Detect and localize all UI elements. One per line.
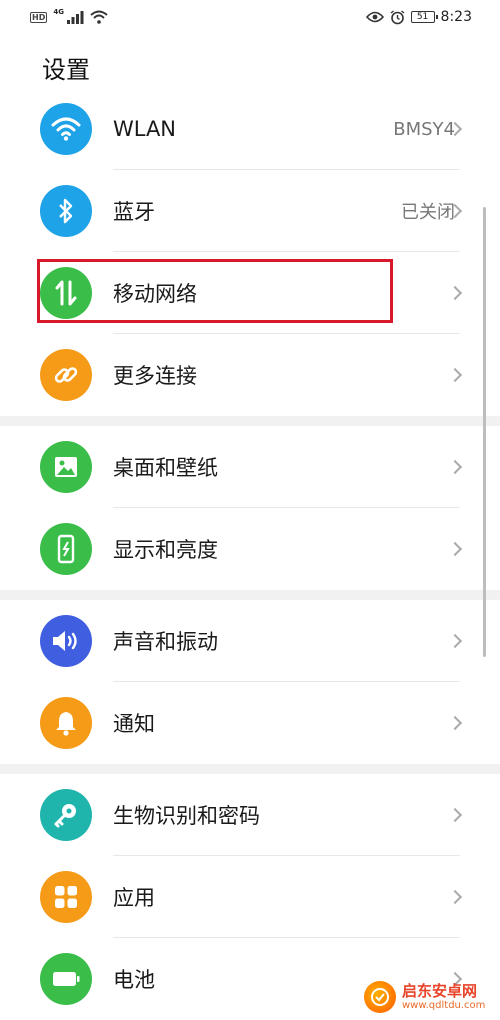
- settings-item-label: 显示和亮度: [113, 538, 218, 562]
- eye-comfort-icon: [365, 11, 384, 23]
- status-bar: HD 4G 51 8:23: [0, 0, 500, 34]
- settings-item-label: 声音和振动: [113, 630, 218, 654]
- bell-icon: [40, 697, 92, 749]
- alarm-icon: [390, 9, 404, 24]
- key-icon: [40, 789, 92, 841]
- wifi-status-icon: [90, 10, 108, 24]
- chevron-right-icon: [447, 367, 463, 383]
- settings-item-biometrics-password[interactable]: 生物识别和密码: [0, 774, 500, 856]
- bluetooth-icon: [40, 185, 92, 237]
- settings-item-apps[interactable]: 应用: [0, 856, 500, 938]
- section-gap: [0, 764, 500, 774]
- settings-item-value: 已关闭: [401, 202, 455, 223]
- settings-list: WLAN BMSY4 蓝牙 已关闭移动网络更多连接桌面和壁纸显示和亮度声音和振动通知生…: [0, 88, 500, 1020]
- settings-item-home-wallpaper[interactable]: 桌面和壁纸: [0, 426, 500, 508]
- chevron-right-icon: [447, 459, 463, 475]
- watermark: 启东安卓网 www.qdltdu.com: [364, 976, 494, 1018]
- settings-item-label: 移动网络: [113, 282, 197, 306]
- watermark-title: 启东安卓网: [402, 982, 478, 1001]
- chevron-right-icon: [447, 715, 463, 731]
- chevron-right-icon: [447, 807, 463, 823]
- settings-item-wlan[interactable]: WLAN BMSY4: [0, 88, 500, 170]
- chevron-right-icon: [447, 633, 463, 649]
- battery-status-icon: 51: [410, 11, 438, 23]
- link-icon: [40, 349, 92, 401]
- settings-item-label: 电池: [113, 968, 155, 992]
- watermark-logo-icon: [364, 981, 396, 1013]
- settings-item-label: 桌面和壁纸: [113, 456, 218, 480]
- chevron-right-icon: [447, 541, 463, 557]
- speaker-icon: [40, 615, 92, 667]
- section-gap: [0, 416, 500, 426]
- phone-brightness-icon: [40, 523, 92, 575]
- watermark-url: www.qdltdu.com: [402, 999, 486, 1011]
- settings-item-bluetooth[interactable]: 蓝牙 已关闭: [0, 170, 500, 252]
- settings-item-mobile-network[interactable]: 移动网络: [0, 252, 500, 334]
- settings-item-label: 蓝牙: [113, 200, 155, 224]
- settings-item-label: WLAN: [113, 117, 177, 141]
- wifi-icon: [40, 103, 92, 155]
- settings-item-value: BMSY4: [393, 118, 455, 140]
- settings-item-label: 生物识别和密码: [113, 804, 260, 828]
- hd-voice-icon: HD: [30, 11, 48, 23]
- settings-item-label: 应用: [113, 886, 155, 910]
- chevron-right-icon: [447, 889, 463, 905]
- settings-item-display-brightness[interactable]: 显示和亮度: [0, 508, 500, 590]
- page-title: 设置: [42, 56, 90, 84]
- grid-icon: [40, 871, 92, 923]
- mobile-data-icon: [40, 267, 92, 319]
- settings-item-label: 更多连接: [113, 364, 197, 388]
- scrollbar[interactable]: [483, 207, 486, 657]
- settings-item-sound-vibration[interactable]: 声音和振动: [0, 600, 500, 682]
- settings-item-label: 通知: [113, 712, 155, 736]
- chevron-right-icon: [447, 285, 463, 301]
- section-gap: [0, 590, 500, 600]
- battery-icon: [40, 953, 92, 1005]
- settings-item-more-connections[interactable]: 更多连接: [0, 334, 500, 416]
- cell-signal-icon: [66, 11, 84, 24]
- settings-item-notifications[interactable]: 通知: [0, 682, 500, 764]
- image-icon: [40, 441, 92, 493]
- status-time: 8:23: [440, 9, 472, 25]
- network-type: 4G: [53, 8, 64, 16]
